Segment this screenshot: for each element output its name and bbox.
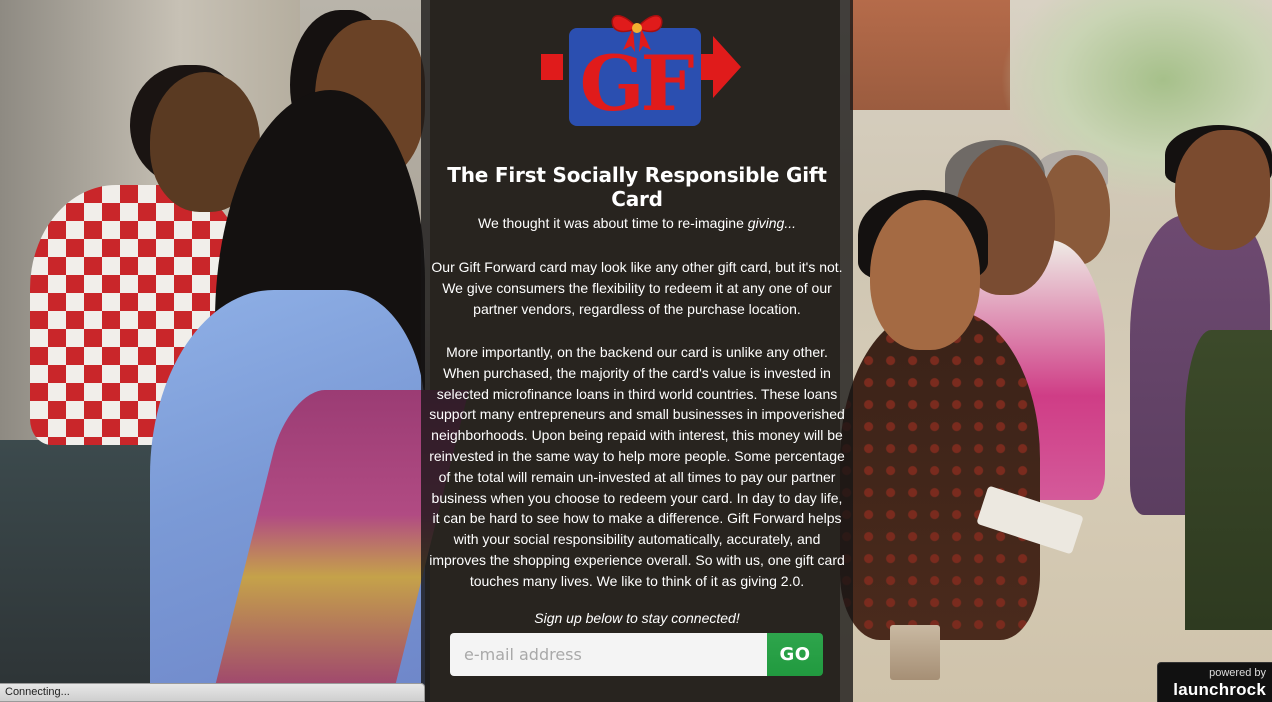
description-paragraph-1: Our Gift Forward card may look like any … (431, 259, 843, 317)
logo-left-bar (541, 54, 563, 80)
woman-green-dress (1185, 330, 1272, 630)
gift-forward-logo: GF (541, 15, 741, 128)
powered-by-label: powered by (1209, 667, 1266, 679)
signup-form: GO (450, 633, 823, 676)
go-button[interactable]: GO (767, 633, 823, 676)
background-building (850, 0, 1010, 110)
logo-arrow (713, 36, 741, 98)
launchrock-logo: launchrock (1173, 680, 1266, 699)
page-title: The First Socially Responsible Gift Card (447, 163, 827, 211)
content-panel: GF The First Socially Responsible Gift C… (421, 0, 853, 702)
description-paragraph-2: More importantly, on the backend our car… (429, 344, 845, 589)
intro-emphasis: giving... (747, 215, 797, 231)
banknotes-stack (890, 625, 940, 680)
signup-prompt: Sign up below to stay connected! (534, 610, 740, 626)
woman-floral-dress (840, 310, 1040, 640)
intro-line: We thought it was about time to re-imagi… (421, 214, 853, 232)
powered-by-badge[interactable]: powered by launchrock (1157, 662, 1272, 702)
status-bar: Connecting... (0, 683, 425, 702)
logo-letters: GF (580, 39, 694, 128)
email-input[interactable] (450, 633, 767, 676)
woman-face (870, 200, 980, 350)
woman-face (1175, 130, 1270, 250)
intro-text: We thought it was about time to re-imagi… (477, 215, 748, 231)
